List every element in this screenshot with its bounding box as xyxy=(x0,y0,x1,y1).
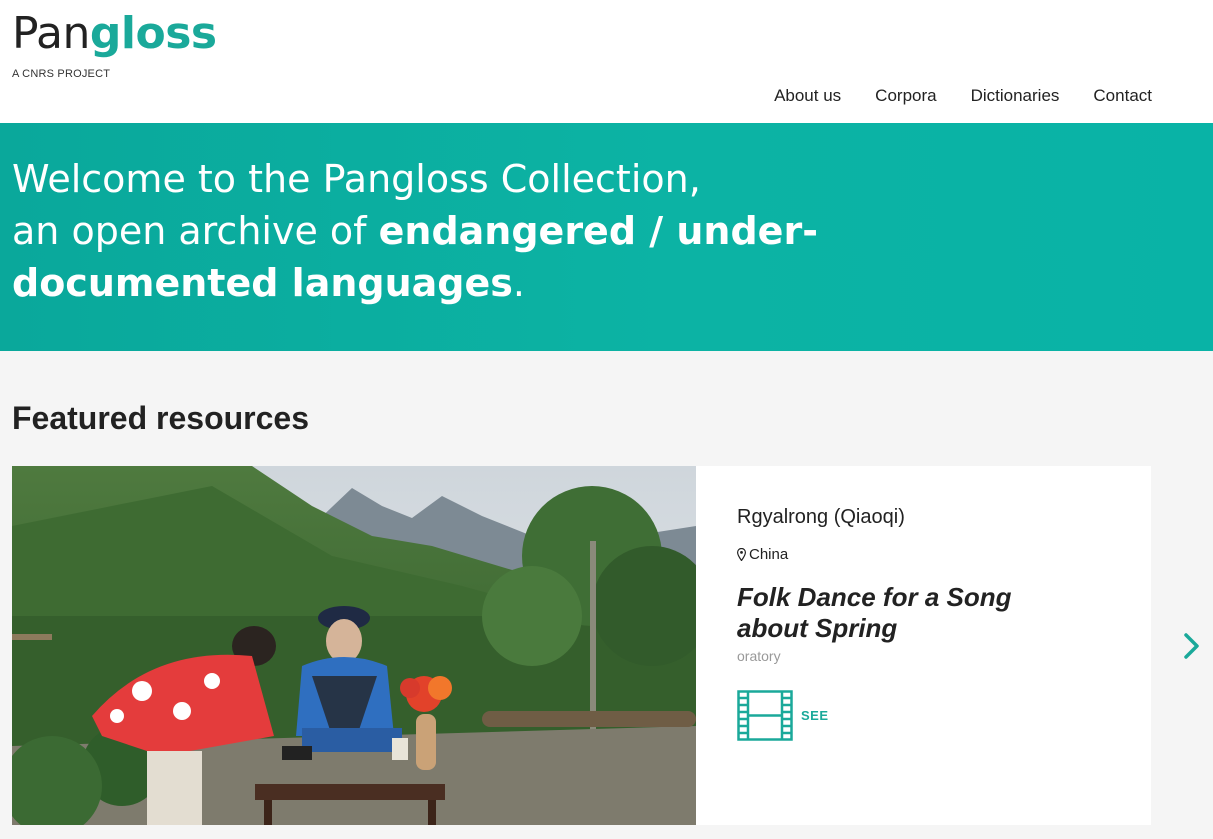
featured-resource-info: Rgyalrong (Qiaoqi) China Folk Dance for … xyxy=(696,466,1151,825)
resource-genre: oratory xyxy=(737,648,781,664)
resource-location: China xyxy=(737,546,788,563)
logo-tagline: A CNRS PROJECT xyxy=(12,68,111,80)
nav-corpora[interactable]: Corpora xyxy=(875,86,936,106)
hero-headline: Welcome to the Pangloss Collection, an o… xyxy=(12,153,1012,309)
nav-contact[interactable]: Contact xyxy=(1093,86,1152,106)
film-icon xyxy=(737,690,793,741)
chevron-right-icon xyxy=(1184,633,1199,659)
resource-country: China xyxy=(749,546,789,563)
logo-text-gloss: gloss xyxy=(89,8,217,59)
hero-line-2-prefix: an open archive of xyxy=(12,209,379,253)
hero-line-1: Welcome to the Pangloss Collection, xyxy=(12,157,701,201)
carousel-next-button[interactable] xyxy=(1178,630,1206,662)
resource-title[interactable]: Folk Dance for a Song about Spring xyxy=(737,582,1067,644)
featured-resource-photo[interactable] xyxy=(12,466,696,825)
photo-illustration xyxy=(12,466,696,825)
hero-banner: Welcome to the Pangloss Collection, an o… xyxy=(0,123,1213,351)
see-label: SEE xyxy=(801,708,829,723)
resource-language[interactable]: Rgyalrong (Qiaoqi) xyxy=(737,506,905,529)
see-resource-button[interactable]: SEE xyxy=(737,690,829,741)
logo-wordmark: Pangloss xyxy=(12,4,217,64)
site-header: Pangloss A CNRS PROJECT About us Corpora… xyxy=(0,0,1213,123)
nav-about-us[interactable]: About us xyxy=(774,86,841,106)
map-pin-icon xyxy=(737,548,746,561)
featured-resources-heading: Featured resources xyxy=(12,400,310,436)
main-nav: About us Corpora Dictionaries Contact xyxy=(774,86,1152,106)
nav-dictionaries[interactable]: Dictionaries xyxy=(971,86,1060,106)
pangloss-logo[interactable]: Pangloss A CNRS PROJECT xyxy=(12,4,217,80)
featured-resource-card: Rgyalrong (Qiaoqi) China Folk Dance for … xyxy=(12,466,1151,825)
hero-line-2-suffix: . xyxy=(512,261,525,305)
logo-text-pan: Pan xyxy=(12,8,90,59)
